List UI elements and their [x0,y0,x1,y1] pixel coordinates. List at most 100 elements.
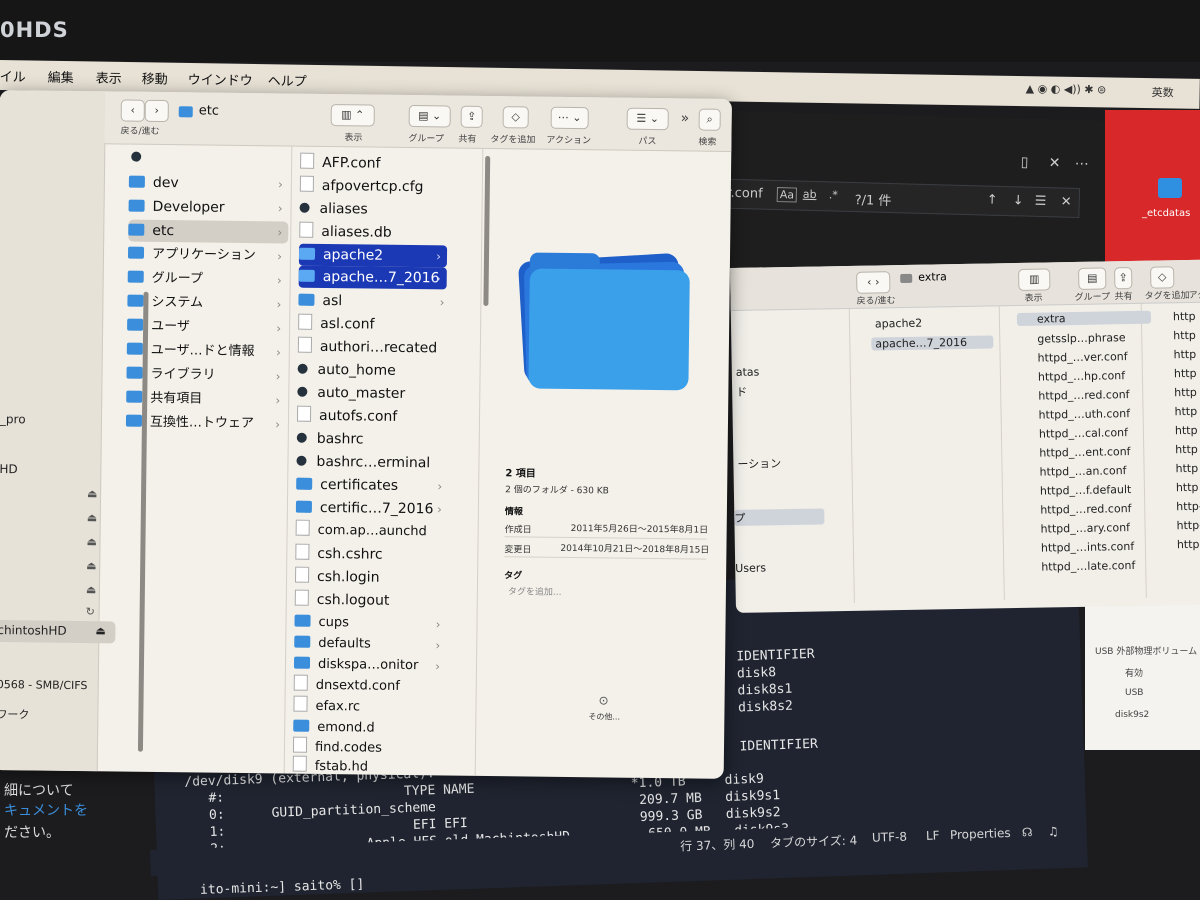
prev-match-icon[interactable]: ↑ [987,193,998,208]
list-item[interactable]: http- [1177,538,1200,551]
tag-button[interactable]: ◇ [502,106,529,129]
line-ending[interactable]: LF [926,828,940,842]
menu-go[interactable]: 移動 [142,68,168,87]
list-item[interactable]: ユーザ…ドと情報 › [126,340,287,364]
close-icon[interactable]: ✕ [1049,155,1061,171]
find-in-selection-icon[interactable]: ☰ [1035,194,1047,209]
eject-icon[interactable]: ⏏ [86,535,97,548]
list-item[interactable]: httpd_…ints.conf [1041,540,1134,555]
menu-file[interactable]: イル [0,66,26,85]
sidebar-item[interactable]: _pro [0,412,26,426]
list-item[interactable]: com.ap…aunchd [295,519,456,544]
bell-icon[interactable]: ♫ [1048,824,1059,838]
list-item[interactable]: http [1176,481,1199,494]
list-item[interactable]: auto_master [297,382,457,406]
list-item[interactable]: authori…recated [297,336,458,360]
sidebar-item[interactable]: chintoshHD [0,623,67,638]
whole-word-toggle[interactable]: ab [803,188,817,201]
list-item[interactable]: http- [1176,500,1200,513]
menu-view[interactable]: 表示 [96,68,122,87]
list-item[interactable]: apache2 [875,317,922,331]
sidebar-fragment[interactable]: ーション [737,455,781,472]
sync-icon[interactable]: ↻ [86,605,95,618]
more-icon[interactable]: ⋯ [1075,156,1089,172]
list-item[interactable]: httpd_…uth.conf [1039,407,1131,422]
next-match-icon[interactable]: ↓ [1013,193,1024,208]
list-item[interactable]: auto_home [297,359,457,383]
side-link[interactable]: キュメントを [4,800,88,820]
search-button[interactable]: ⌕ [698,108,721,131]
tab-size[interactable]: タブのサイズ: 4 [770,831,858,851]
finder2-view-button[interactable]: ▥ [1018,268,1051,291]
menu-edit[interactable]: 編集 [48,67,74,86]
list-item[interactable]: aliases [299,198,459,222]
list-item[interactable]: AFP.conf [300,152,460,176]
encoding[interactable]: UTF-8 [872,830,907,845]
sidebar-item[interactable]: ワーク [0,706,29,722]
eject-icon[interactable]: ⏏ [95,624,106,637]
list-item[interactable]: http [1174,367,1197,380]
desktop-folder-icon[interactable] [1158,178,1182,198]
list-item[interactable]: 共有項目 › [126,388,286,412]
action-button[interactable]: ⋯ ⌄ [550,106,589,130]
list-item-selected[interactable]: apache2 › [298,243,448,268]
list-item[interactable]: getsslp…phrase [1037,331,1125,346]
sidebar-fragment[interactable]: Users [735,561,766,575]
list-item[interactable]: http [1174,386,1197,399]
list-item[interactable]: アプリケーション › [127,244,288,268]
list-item[interactable]: asl.conf [298,313,458,337]
sidebar-item[interactable]: HD [0,462,18,476]
view-button[interactable]: ▥ ⌃ [330,104,375,127]
finder2-share-button[interactable]: ⇪ [1114,266,1133,290]
list-item[interactable]: システム › [127,292,287,316]
eject-icon[interactable]: ⏏ [87,487,98,500]
list-item[interactable]: http- [1176,519,1200,532]
list-item[interactable]: httpd_…an.conf [1039,464,1126,479]
list-item[interactable]: グループ › [127,268,288,292]
list-item[interactable]: apache…7_2016 [871,335,994,351]
list-item[interactable]: httpd_…f.default [1040,483,1132,498]
path-button[interactable]: ☰ ⌄ [626,107,669,131]
list-item-selected[interactable]: etc › [128,219,289,244]
list-item[interactable]: httpd_…red.conf [1040,502,1131,517]
list-item[interactable]: 互換性…トウェア › [125,412,286,436]
list-item[interactable]: autofs.conf [296,405,457,429]
desktop-folder-label[interactable]: _etcdatas [1142,208,1190,219]
list-item[interactable]: httpd_…ent.conf [1039,445,1130,460]
input-source[interactable]: 英数 [1152,84,1174,100]
list-item[interactable]: Developer › [128,196,288,220]
list-item[interactable]: httpd_…hp.conf [1038,369,1125,384]
more-icon[interactable]: ⊙ [599,693,609,707]
eject-icon[interactable]: ⏏ [86,583,97,596]
share-button[interactable]: ⇪ [460,105,483,128]
list-item[interactable]: bashrc [296,428,457,452]
list-item[interactable]: extra [1016,310,1152,326]
group-button[interactable]: ▤ ⌄ [408,104,451,128]
finder2-tag-button[interactable]: ◇ [1150,266,1175,289]
list-item[interactable]: bashrc…erminal [296,451,456,475]
list-item[interactable]: http [1175,443,1198,456]
list-item[interactable]: csh.logout [294,589,455,613]
list-item[interactable]: httpd_…cal.conf [1039,426,1128,441]
list-item[interactable]: http [1175,462,1198,475]
eject-icon[interactable]: ⏏ [87,511,98,524]
tags-input[interactable]: タグを追加... [508,584,562,598]
status-icons[interactable]: ▲ ◉ ◐ ◀)) ✱ ⊜ [1026,82,1107,96]
forward-button[interactable]: › [144,99,169,123]
back-button[interactable]: ‹ [120,99,145,122]
list-item[interactable]: afpovertcp.cfg [299,175,460,199]
menu-help[interactable]: ヘルプ [268,70,307,90]
list-item[interactable]: http [1174,405,1197,418]
list-item[interactable]: httpd_…ver.conf [1038,350,1128,365]
sidebar-item[interactable]: 0568 - SMB/CIFS [0,678,88,692]
sidebar-fragment[interactable]: ド [736,384,747,400]
match-case-toggle[interactable]: Aa [776,187,798,203]
menu-window[interactable]: ウインドウ [188,69,253,89]
list-item[interactable]: httpd_…late.conf [1041,559,1135,574]
sidebar-fragment[interactable]: atas [736,366,760,379]
list-item[interactable]: asl › [298,290,458,314]
cursor-position[interactable]: 行 37、列 40 [680,835,755,855]
list-item[interactable]: httpd_…red.conf [1038,388,1129,403]
more-label[interactable]: その他... [588,711,620,722]
list-item[interactable]: ライブラリ › [126,364,286,388]
